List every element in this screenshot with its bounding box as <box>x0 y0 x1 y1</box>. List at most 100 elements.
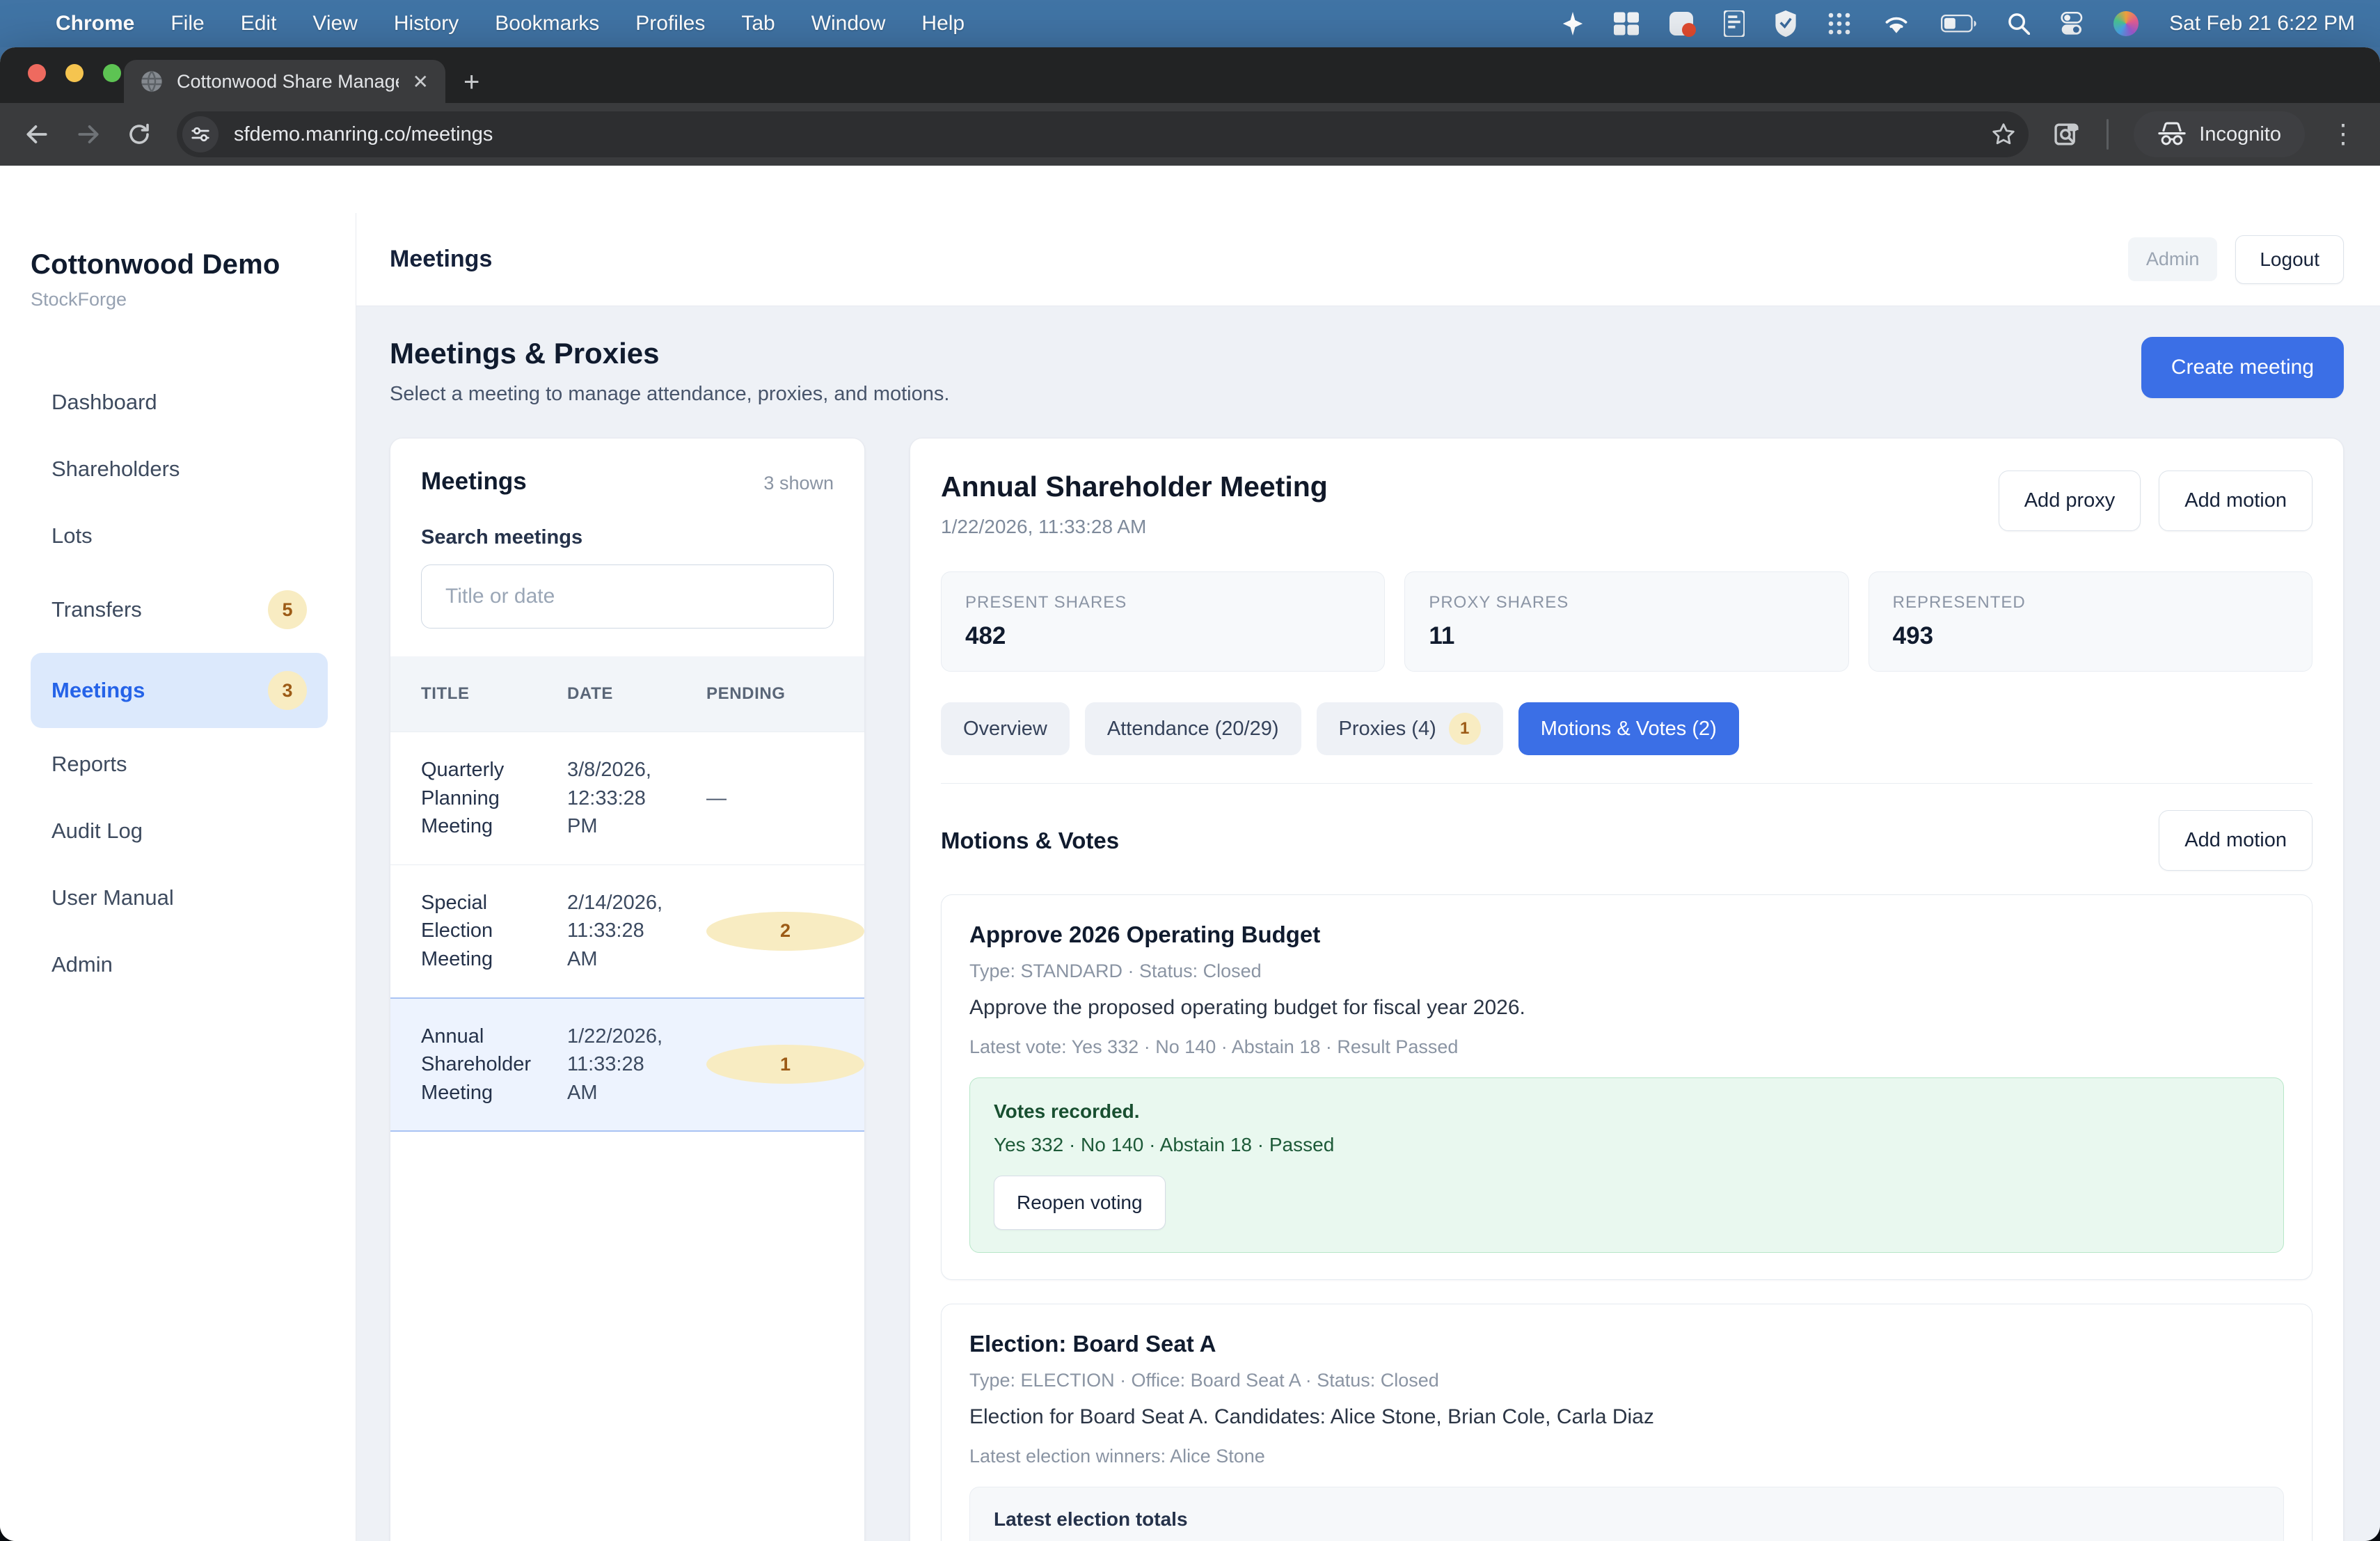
sidebar-item-reports[interactable]: Reports <box>31 734 328 795</box>
sidebar-item-label: Reports <box>51 752 127 777</box>
sidebar-app-icon[interactable] <box>1724 10 1745 37</box>
battery-icon[interactable] <box>1941 14 1977 33</box>
browser-window: Cottonwood Share Manager ✕ + sfdemo.manr… <box>0 47 2380 1541</box>
sidebar-item-shareholders[interactable]: Shareholders <box>31 438 328 500</box>
zoom-window-button[interactable] <box>103 64 121 82</box>
motion-latest-result: Latest election winners: Alice Stone <box>969 1446 2284 1467</box>
menu-bookmarks[interactable]: Bookmarks <box>495 12 599 35</box>
meeting-date-cell: 2/14/2026, 11:33:28 AM <box>537 864 676 997</box>
window-controls <box>28 64 121 82</box>
menu-chrome[interactable]: Chrome <box>56 12 134 35</box>
notification-app-icon[interactable] <box>1669 12 1693 35</box>
pending-none: — <box>706 787 727 809</box>
menu-profiles[interactable]: Profiles <box>635 12 705 35</box>
meeting-detail-panel: Annual Shareholder Meeting 1/22/2026, 11… <box>910 438 2344 1541</box>
sidebar-item-user-manual[interactable]: User Manual <box>31 867 328 928</box>
votes-recorded-box: Votes recorded. Yes 332 · No 140 · Absta… <box>969 1077 2284 1253</box>
menu-view[interactable]: View <box>312 12 357 35</box>
votes-recorded-title: Votes recorded. <box>994 1100 2260 1123</box>
site-settings-icon[interactable] <box>182 116 219 152</box>
sidebar-item-label: Meetings <box>51 678 145 703</box>
menu-history[interactable]: History <box>394 12 459 35</box>
profile-app-icon[interactable] <box>2113 11 2139 36</box>
menu-bar-clock[interactable]: Sat Feb 21 6:22 PM <box>2169 12 2355 35</box>
table-row-selected[interactable]: Annual Shareholder Meeting 1/22/2026, 11… <box>390 998 864 1132</box>
stat-value: 11 <box>1429 622 1824 650</box>
meetings-badge: 3 <box>268 671 307 710</box>
sidebar-item-meetings[interactable]: Meetings 3 <box>31 653 328 728</box>
sidebar-item-audit-log[interactable]: Audit Log <box>31 800 328 862</box>
window-manager-icon[interactable] <box>1614 12 1639 35</box>
admin-role-chip: Admin <box>2128 237 2218 281</box>
menu-window[interactable]: Window <box>811 12 886 35</box>
tab-label: Proxies (4) <box>1339 718 1436 741</box>
app-page: Cottonwood Demo StockForge Dashboard Sha… <box>0 213 2380 1541</box>
shield-app-icon[interactable] <box>1775 10 1796 37</box>
motions-section-title: Motions & Votes <box>941 828 1119 854</box>
add-proxy-button[interactable]: Add proxy <box>1999 471 2141 531</box>
sidebar-item-lots[interactable]: Lots <box>31 505 328 567</box>
motion-meta: Type: ELECTION · Office: Board Seat A · … <box>969 1370 2284 1391</box>
tab-close-icon[interactable]: ✕ <box>413 70 429 93</box>
forward-icon[interactable] <box>75 121 102 148</box>
address-bar[interactable]: sfdemo.manring.co/meetings <box>177 111 2029 157</box>
search-label: Search meetings <box>421 526 834 549</box>
motion-description: Election for Board Seat A. Candidates: A… <box>969 1405 2284 1429</box>
menu-file[interactable]: File <box>170 12 204 35</box>
meeting-stats: PRESENT SHARES 482 PROXY SHARES 11 REPRE… <box>941 571 2312 672</box>
tab-proxies[interactable]: Proxies (4)1 <box>1317 702 1503 755</box>
control-center-icon[interactable] <box>2061 12 2083 35</box>
stat-label: PROXY SHARES <box>1429 593 1824 613</box>
election-totals-box: Latest election totals Alice Stone: 210 … <box>969 1487 2284 1541</box>
table-row[interactable]: Quarterly Planning Meeting 3/8/2026, 12:… <box>390 732 864 865</box>
add-motion-section-button[interactable]: Add motion <box>2159 810 2312 871</box>
tab-motions-votes[interactable]: Motions & Votes (2) <box>1518 702 1739 755</box>
menu-tab[interactable]: Tab <box>741 12 775 35</box>
stat-value: 482 <box>965 622 1360 650</box>
tab-label: Attendance (20/29) <box>1107 718 1279 741</box>
meetings-shown-count: 3 shown <box>763 473 834 494</box>
chrome-menu-icon[interactable]: ⋮ <box>2330 121 2356 148</box>
search-input[interactable] <box>421 564 834 629</box>
tab-label: Motions & Votes (2) <box>1541 718 1717 741</box>
url-text[interactable]: sfdemo.manring.co/meetings <box>234 123 1976 146</box>
bookmark-star-icon[interactable] <box>1991 122 2016 147</box>
wifi-icon[interactable] <box>1882 13 1910 34</box>
menu-help[interactable]: Help <box>921 12 965 35</box>
tab-overview[interactable]: Overview <box>941 702 1070 755</box>
sidebar-item-label: Transfers <box>51 597 142 622</box>
close-window-button[interactable] <box>28 64 46 82</box>
table-row[interactable]: Special Election Meeting 2/14/2026, 11:3… <box>390 864 864 997</box>
search-tabs-icon[interactable] <box>2054 120 2081 148</box>
back-icon[interactable] <box>24 121 50 148</box>
meetings-list-panel: Meetings 3 shown Search meetings TITLE D… <box>390 438 865 1541</box>
votes-recorded-line: Yes 332 · No 140 · Abstain 18 · Passed <box>994 1134 2260 1156</box>
create-meeting-button[interactable]: Create meeting <box>2141 337 2344 398</box>
spotlight-search-icon[interactable] <box>2008 13 2030 35</box>
motion-title: Election: Board Seat A <box>969 1331 2284 1357</box>
sparkle-icon[interactable] <box>1562 12 1583 35</box>
menu-edit[interactable]: Edit <box>241 12 277 35</box>
reopen-voting-button[interactable]: Reopen voting <box>994 1176 1166 1230</box>
browser-tab[interactable]: Cottonwood Share Manager ✕ <box>124 60 445 103</box>
sidebar-item-admin[interactable]: Admin <box>31 934 328 995</box>
minimize-window-button[interactable] <box>65 64 84 82</box>
meeting-title: Annual Shareholder Meeting <box>941 471 1328 503</box>
meeting-date-cell: 3/8/2026, 12:33:28 PM <box>537 732 676 865</box>
app-header: Meetings Admin Logout <box>356 213 2380 306</box>
sidebar-item-dashboard[interactable]: Dashboard <box>31 372 328 433</box>
tab-attendance[interactable]: Attendance (20/29) <box>1085 702 1301 755</box>
motion-card-election: Election: Board Seat A Type: ELECTION · … <box>941 1304 2312 1541</box>
reload-icon[interactable] <box>127 122 152 147</box>
election-totals-title: Latest election totals <box>994 1508 2260 1531</box>
meeting-tabs: Overview Attendance (20/29) Proxies (4)1… <box>941 702 2312 755</box>
new-tab-button[interactable]: + <box>463 68 479 96</box>
motion-latest-result: Latest vote: Yes 332 · No 140 · Abstain … <box>969 1036 2284 1058</box>
content-area: Meetings & Proxies Select a meeting to m… <box>356 306 2380 1541</box>
dots-grid-icon[interactable] <box>1827 11 1852 36</box>
sidebar-item-transfers[interactable]: Transfers5 <box>31 572 328 647</box>
logout-button[interactable]: Logout <box>2235 235 2344 284</box>
section-subtitle: Select a meeting to manage attendance, p… <box>390 383 949 406</box>
add-motion-button[interactable]: Add motion <box>2159 471 2312 531</box>
motion-description: Approve the proposed operating budget fo… <box>969 996 2284 1020</box>
